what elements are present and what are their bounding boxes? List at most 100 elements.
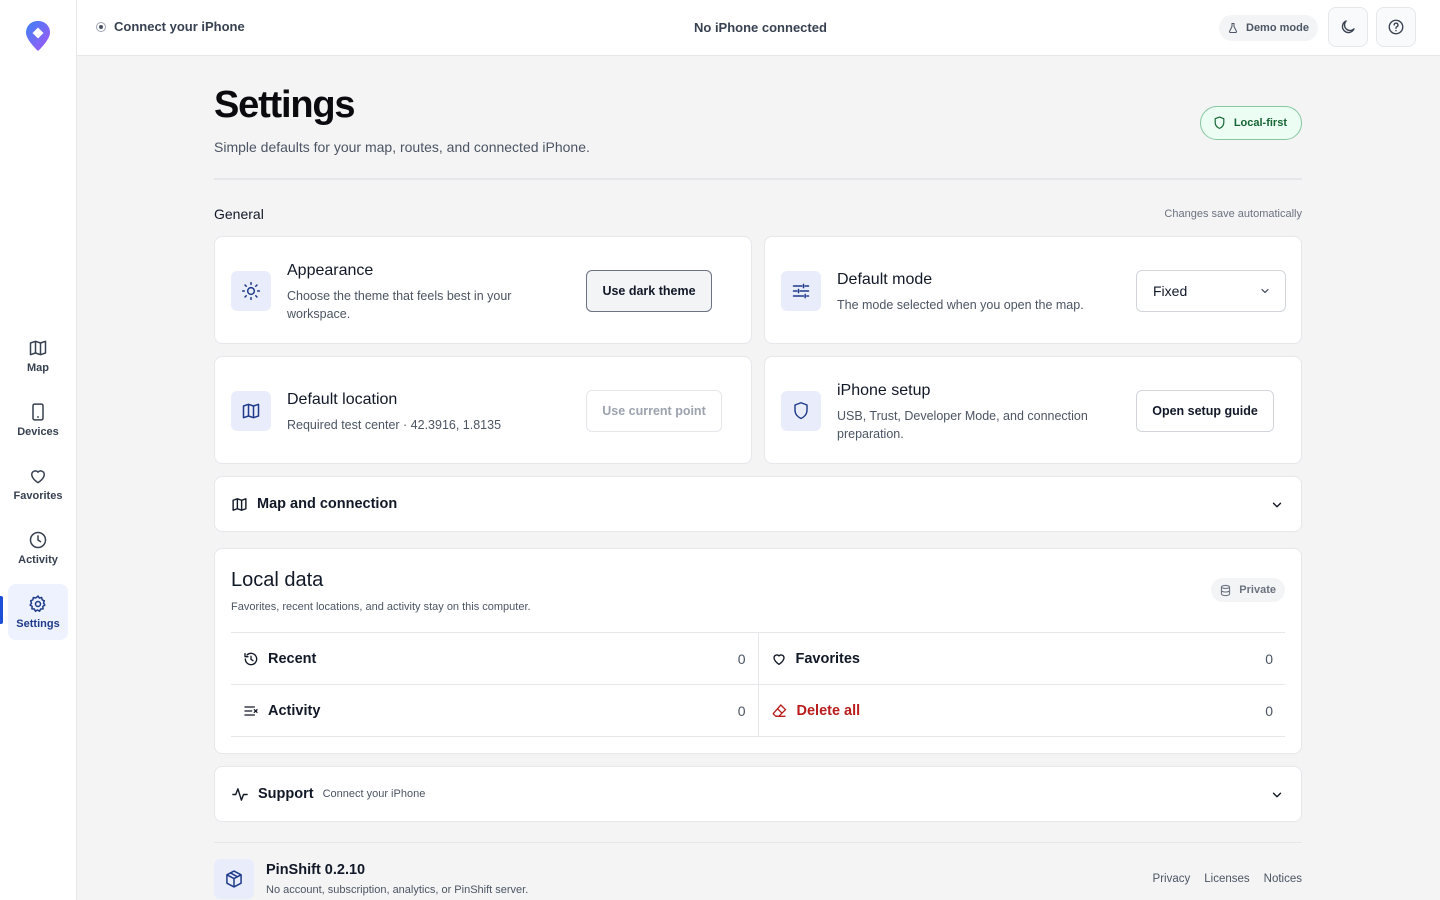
page-subtitle: Simple defaults for your map, routes, an… xyxy=(214,139,590,155)
activity-pulse-icon xyxy=(231,786,249,803)
iphone-setup-title: iPhone setup xyxy=(837,382,931,399)
local-data-grid: Recent 0 Favorites 0 Activity 0 Delete a… xyxy=(231,632,1285,737)
help-button[interactable] xyxy=(1376,7,1416,47)
map-icon xyxy=(231,391,271,431)
recent-row[interactable]: Recent 0 xyxy=(231,633,758,684)
local-data-description: Favorites, recent locations, and activit… xyxy=(231,601,531,613)
sliders-icon xyxy=(781,271,821,311)
default-mode-select[interactable]: Fixed xyxy=(1136,270,1286,312)
map-icon xyxy=(231,496,248,513)
default-location-card: Default location Required test center · … xyxy=(214,356,752,464)
use-current-point-button[interactable]: Use current point xyxy=(586,390,722,432)
sidebar-item-label: Settings xyxy=(16,618,60,630)
licenses-link[interactable]: Licenses xyxy=(1204,873,1249,885)
local-first-badge: Local-first xyxy=(1199,106,1302,140)
database-icon xyxy=(1219,584,1232,597)
history-icon xyxy=(243,651,259,667)
footer-links: Privacy Licenses Notices xyxy=(1153,873,1302,885)
eraser-icon xyxy=(771,703,788,719)
recent-count: 0 xyxy=(737,650,746,667)
favorites-row[interactable]: Favorites 0 xyxy=(757,633,1286,684)
sidebar-item-label: Devices xyxy=(17,426,59,438)
chevron-down-icon xyxy=(1270,788,1284,802)
local-data-title: Local data xyxy=(231,569,324,591)
connect-iphone-link[interactable]: Connect your iPhone xyxy=(96,19,245,34)
map-connection-title: Map and connection xyxy=(257,496,398,512)
sidebar-item-devices[interactable]: Devices xyxy=(8,392,68,448)
open-setup-guide-button[interactable]: Open setup guide xyxy=(1136,390,1274,432)
sidebar-item-map[interactable]: Map xyxy=(8,328,68,384)
divider xyxy=(214,178,1302,180)
chevron-down-icon xyxy=(1259,285,1271,297)
theme-toggle-button[interactable] xyxy=(1328,7,1368,47)
favorites-count: 0 xyxy=(1265,650,1273,667)
appearance-card: Appearance Choose the theme that feels b… xyxy=(214,236,752,344)
sidebar-item-label: Activity xyxy=(18,554,58,566)
notices-link[interactable]: Notices xyxy=(1264,873,1302,885)
delete-all-count: 0 xyxy=(1265,702,1273,719)
favorites-label: Favorites xyxy=(795,650,860,667)
autosave-note: Changes save automatically xyxy=(1164,208,1302,220)
heart-icon xyxy=(771,651,787,667)
default-mode-title: Default mode xyxy=(837,271,933,288)
private-label: Private xyxy=(1239,584,1276,596)
sidebar-nav: Map Devices Favorites Activity Settings xyxy=(0,328,68,648)
package-icon xyxy=(214,859,254,899)
connect-label: Connect your iPhone xyxy=(114,19,245,34)
shield-icon xyxy=(1213,116,1226,130)
list-clear-icon xyxy=(243,703,259,719)
iphone-setup-card: iPhone setup USB, Trust, Developer Mode,… xyxy=(764,356,1302,464)
support-subtitle: Connect your iPhone xyxy=(322,788,426,800)
recent-label: Recent xyxy=(268,650,317,667)
section-title-general: General xyxy=(214,206,264,222)
app-description: No account, subscription, analytics, or … xyxy=(266,884,529,896)
sidebar-item-activity[interactable]: Activity xyxy=(8,520,68,576)
local-data-card: Local data Favorites, recent locations, … xyxy=(214,548,1302,754)
support-title: Support xyxy=(258,786,314,802)
demo-mode-label: Demo mode xyxy=(1246,22,1309,34)
top-bar: Connect your iPhone No iPhone connected … xyxy=(77,0,1440,56)
default-mode-card: Default mode The mode selected when you … xyxy=(764,236,1302,344)
support-section[interactable]: Support Connect your iPhone xyxy=(214,766,1302,822)
gear-icon xyxy=(28,594,48,614)
phone-icon xyxy=(28,402,48,422)
activity-row[interactable]: Activity 0 xyxy=(231,685,758,736)
flask-icon xyxy=(1227,22,1239,34)
activity-label: Activity xyxy=(268,702,321,719)
sidebar-item-settings[interactable]: Settings xyxy=(0,584,68,640)
chevron-down-icon xyxy=(1270,498,1284,512)
app-version: PinShift 0.2.10 xyxy=(266,862,366,878)
sidebar: Map Devices Favorites Activity Settings xyxy=(0,0,77,900)
local-first-label: Local-first xyxy=(1233,117,1287,129)
default-mode-value: Fixed xyxy=(1153,283,1188,299)
privacy-link[interactable]: Privacy xyxy=(1153,873,1191,885)
moon-icon xyxy=(1339,18,1357,36)
shield-icon xyxy=(781,391,821,431)
default-mode-description: The mode selected when you open the map. xyxy=(837,298,1084,312)
iphone-setup-description: USB, Trust, Developer Mode, and connecti… xyxy=(837,409,1088,441)
app-logo-icon[interactable] xyxy=(24,20,52,52)
help-icon xyxy=(1387,18,1405,36)
sidebar-item-label: Favorites xyxy=(13,490,63,502)
private-badge: Private xyxy=(1211,578,1285,602)
demo-mode-badge[interactable]: Demo mode xyxy=(1219,15,1318,41)
delete-all-row[interactable]: Delete all 0 xyxy=(757,685,1286,736)
appearance-title: Appearance xyxy=(287,262,374,279)
map-connection-section[interactable]: Map and connection xyxy=(214,476,1302,532)
default-location-description: Required test center · 42.3916, 1.8135 xyxy=(287,418,502,432)
clock-icon xyxy=(28,530,48,550)
default-location-title: Default location xyxy=(287,391,398,408)
status-dot-icon xyxy=(96,21,106,32)
activity-count: 0 xyxy=(737,702,746,719)
heart-icon xyxy=(28,466,48,486)
appearance-description: Choose the theme that feels best in your… xyxy=(287,289,512,321)
use-dark-theme-button[interactable]: Use dark theme xyxy=(586,270,712,312)
sidebar-item-label: Map xyxy=(27,362,49,374)
connection-status: No iPhone connected xyxy=(694,20,827,35)
page-title: Settings xyxy=(214,84,356,126)
divider xyxy=(214,842,1302,843)
sidebar-item-favorites[interactable]: Favorites xyxy=(8,456,68,512)
map-icon xyxy=(28,338,48,358)
sun-icon xyxy=(231,271,271,311)
delete-all-label: Delete all xyxy=(796,702,861,719)
